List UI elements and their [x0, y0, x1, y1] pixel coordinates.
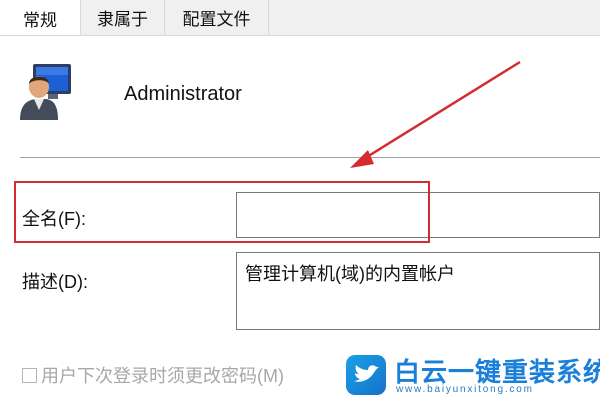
change-password-label: 用户下次登录时须更改密码(M) [41, 366, 284, 386]
watermark-url: www.baiyunxitong.com [396, 384, 534, 395]
watermark: 白云一键重装系统 www.baiyunxitong.com [346, 352, 600, 400]
bird-logo-icon [346, 355, 386, 395]
change-password-checkbox-row[interactable]: 用户下次登录时须更改密码(M) [22, 362, 284, 388]
annotation-arrow [350, 60, 521, 168]
change-password-checkbox[interactable] [22, 367, 37, 383]
